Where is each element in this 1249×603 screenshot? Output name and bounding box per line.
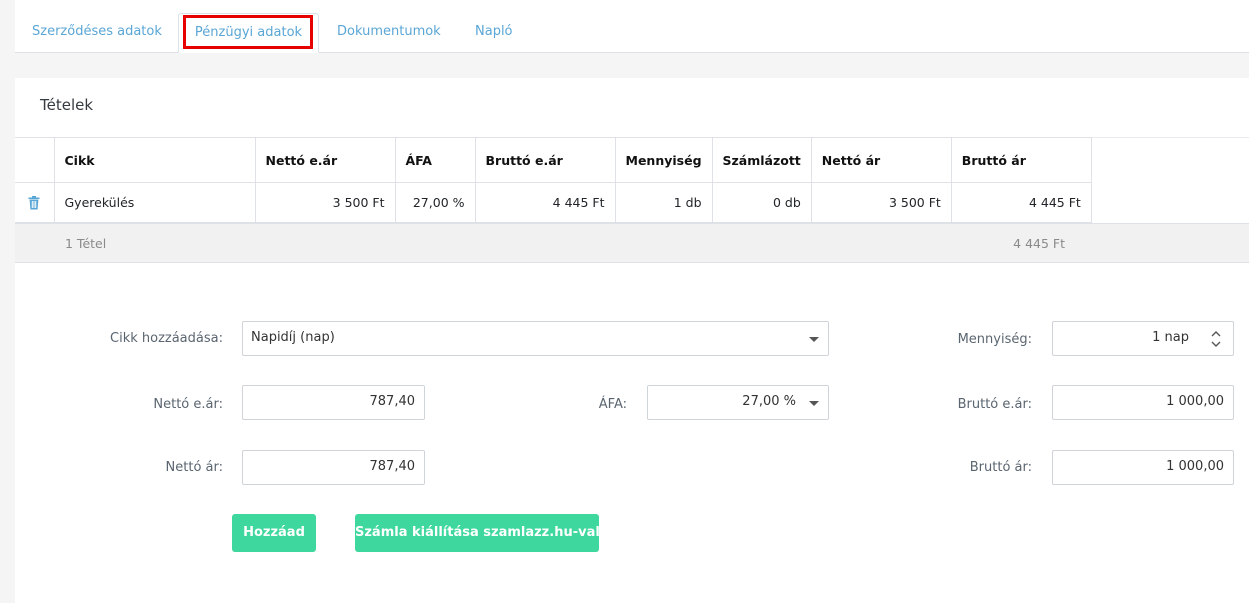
mennyiseg-value: 1 nap [1152, 330, 1189, 345]
card-title: Tételek [40, 96, 94, 114]
brutto-ar-label: Bruttó ár: [969, 460, 1032, 475]
afa-label: ÁFA: [598, 397, 627, 412]
cell-netto-ear: 3 500 Ft [254, 182, 396, 223]
brutto-ear-input[interactable]: 1 000,00 [1052, 385, 1234, 420]
cell-szamlazott: 0 db [711, 182, 812, 223]
afa-value: 27,00 % [742, 394, 796, 409]
table-header-netto-ear: Nettó e.ár [254, 137, 396, 183]
netto-ear-input[interactable]: 787,40 [242, 385, 425, 420]
netto-ar-label: Nettó ár: [165, 460, 223, 475]
cell-cikk: Gyerekülés [53, 182, 256, 223]
items-table: Cikk Nettó e.ár ÁFA Bruttó e.ár Mennyisé… [15, 137, 1092, 223]
tab-szerzodeses-adatok[interactable]: Szerződéses adatok [32, 13, 162, 53]
brutto-ear-value: 1 000,00 [1166, 394, 1224, 409]
cell-netto-ar: 3 500 Ft [810, 182, 952, 223]
netto-ar-input[interactable]: 787,40 [242, 450, 425, 485]
summary-total: 4 445 Ft [1013, 236, 1065, 251]
mennyiseg-stepper[interactable]: 1 nap [1052, 321, 1234, 356]
chevron-down-icon [809, 401, 819, 406]
tab-penzugyi-adatok[interactable]: Pénzügyi adatok [178, 13, 319, 53]
tab-dokumentumok[interactable]: Dokumentumok [337, 13, 441, 53]
tab-naplo[interactable]: Napló [475, 13, 513, 53]
table-summary-row: 1 Tétel 4 445 Ft [15, 223, 1249, 263]
afa-select[interactable]: 27,00 % [647, 385, 829, 420]
summary-item-count: 1 Tétel [65, 236, 107, 251]
table-header-row: Cikk Nettó e.ár ÁFA Bruttó e.ár Mennyisé… [15, 137, 1092, 183]
cikk-select[interactable]: Napidíj (nap) [242, 321, 829, 356]
netto-ar-value: 787,40 [369, 459, 416, 474]
brutto-ar-input[interactable]: 1 000,00 [1052, 450, 1234, 485]
cell-afa: 27,00 % [394, 182, 476, 223]
table-header-actions [15, 137, 55, 183]
add-item-button[interactable]: Hozzáad [232, 514, 316, 552]
cell-brutto-ear: 4 445 Ft [474, 182, 616, 223]
trash-icon[interactable] [28, 195, 40, 210]
brutto-ear-label: Bruttó e.ár: [957, 397, 1032, 412]
items-card: Tételek Cikk Nettó e.ár ÁFA Bruttó e.ár … [15, 78, 1249, 603]
table-header-afa: ÁFA [394, 137, 476, 183]
table-header-netto-ar: Nettó ár [810, 137, 952, 183]
netto-ear-label: Nettó e.ár: [153, 397, 223, 412]
cell-mennyiseg: 1 db [614, 182, 713, 223]
up-down-spinner-icon[interactable] [1211, 328, 1221, 350]
table-header-brutto-ar: Bruttó ár [950, 137, 1092, 183]
table-header-szamlazott: Számlázott [711, 137, 812, 183]
cell-brutto-ar: 4 445 Ft [950, 182, 1092, 223]
brutto-ar-value: 1 000,00 [1166, 459, 1224, 474]
mennyiseg-label: Mennyiség: [957, 332, 1032, 347]
cikk-select-value: Napidíj (nap) [251, 330, 335, 345]
table-header-brutto-ear: Bruttó e.ár [474, 137, 616, 183]
cikk-label: Cikk hozzáadása: [110, 331, 223, 346]
table-header-cikk: Cikk [53, 137, 256, 183]
netto-ear-value: 787,40 [369, 394, 416, 409]
table-header-mennyiseg: Mennyiség [614, 137, 713, 183]
issue-invoice-button[interactable]: Számla kiállítása szamlazz.hu-val [355, 514, 600, 552]
chevron-down-icon [809, 337, 819, 342]
delete-row-button[interactable] [15, 182, 55, 223]
table-row: Gyerekülés 3 500 Ft 27,00 % 4 445 Ft 1 d… [15, 182, 1092, 223]
